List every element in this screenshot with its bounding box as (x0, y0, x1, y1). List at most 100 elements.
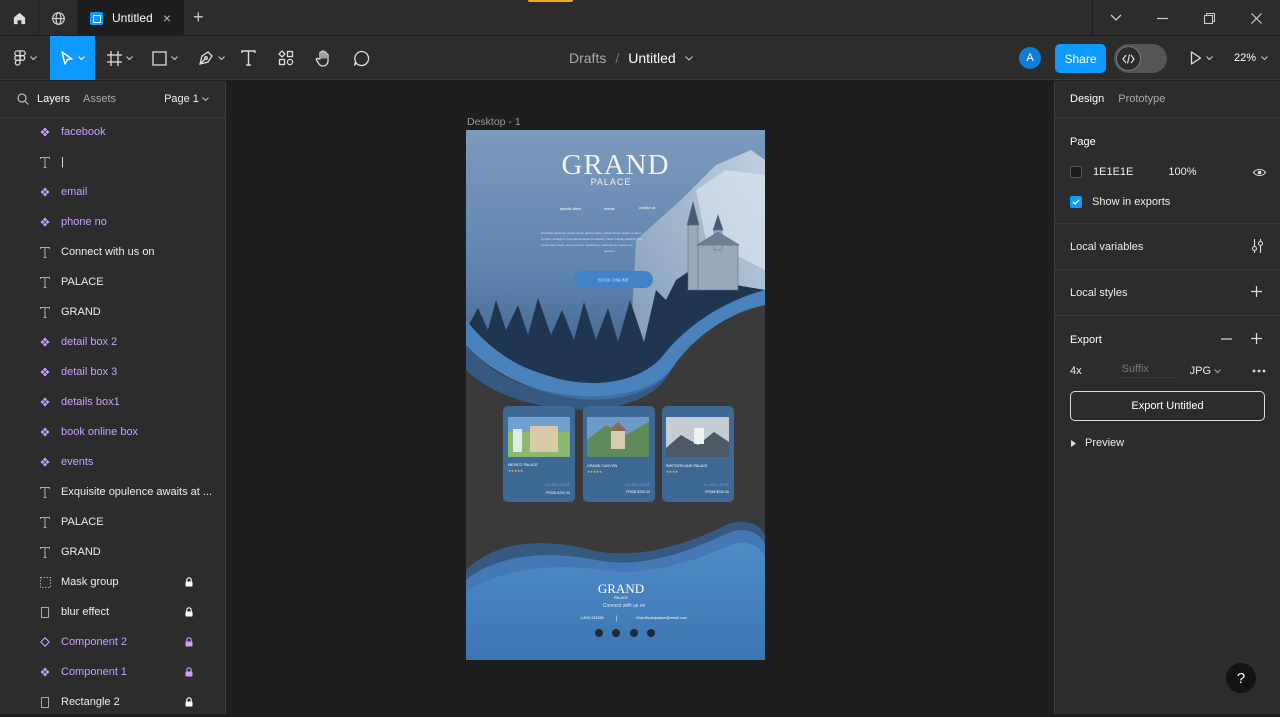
local-variables-label[interactable]: Local variables (1070, 241, 1143, 253)
layer-row[interactable]: PALACE (0, 507, 226, 537)
layer-row[interactable]: events (0, 447, 226, 477)
main-menu-button[interactable] (6, 36, 44, 80)
canvas[interactable]: Desktop - 1 GRAND PALACE special offers … (227, 81, 1053, 714)
tab-layers[interactable]: Layers (37, 93, 70, 105)
eye-icon[interactable] (1253, 168, 1266, 177)
file-tab[interactable]: Untitled × (78, 0, 184, 36)
layer-row[interactable]: GRAND (0, 297, 226, 327)
breadcrumb-drafts[interactable]: Drafts (569, 50, 606, 66)
file-name[interactable]: Untitled (628, 50, 675, 66)
caret-right-icon (1071, 439, 1076, 447)
nav-contact[interactable]: contact us (639, 206, 656, 210)
layer-row[interactable]: Connect with us on (0, 237, 226, 267)
layer-row[interactable]: Rectangle 2 (0, 687, 226, 717)
page-color-swatch[interactable] (1070, 166, 1082, 178)
tab-prototype[interactable]: Prototype (1118, 93, 1165, 105)
hand-tool[interactable] (312, 36, 334, 80)
lock-icon[interactable] (185, 577, 193, 590)
instagram-icon[interactable] (612, 629, 620, 637)
show-in-exports-row[interactable]: Show in exports (1070, 196, 1170, 208)
layer-row[interactable]: book online box (0, 417, 226, 447)
restore-button[interactable] (1186, 0, 1232, 36)
chevron-down-icon (1110, 14, 1122, 21)
more-options-icon[interactable] (1252, 369, 1266, 373)
page-opacity-value[interactable]: 100% (1168, 166, 1196, 178)
comment-tool[interactable] (350, 36, 372, 80)
layer-row[interactable]: GRAND (0, 537, 226, 567)
twitter-icon[interactable] (630, 629, 638, 637)
avatar[interactable]: A (1019, 47, 1041, 69)
local-styles-section[interactable]: Local styles (1055, 270, 1280, 316)
export-button[interactable]: Export Untitled (1070, 391, 1265, 421)
nav-events[interactable]: events (604, 207, 615, 211)
frame-label[interactable]: Desktop - 1 (467, 116, 521, 128)
share-button[interactable]: Share (1055, 44, 1106, 73)
dropdown-button[interactable] (1093, 0, 1139, 36)
export-suffix-input[interactable]: Suffix (1121, 363, 1176, 378)
zoom-control[interactable]: 22% (1234, 36, 1268, 80)
local-styles-label[interactable]: Local styles (1070, 287, 1127, 299)
nav-special-offers[interactable]: special offers (560, 207, 581, 211)
layer-row[interactable]: Exquisite opulence awaits at ... (0, 477, 226, 507)
layer-row[interactable]: phone no (0, 207, 226, 237)
page-color-row[interactable]: 1E1E1E 100% (1070, 166, 1266, 178)
present-button[interactable] (1186, 36, 1216, 80)
tagline-line-2: comfort. Indulge in sumptuous accommodat… (541, 237, 643, 241)
layer-row[interactable]: Component 2 (0, 627, 226, 657)
layer-row[interactable]: detail box 2 (0, 327, 226, 357)
export-format-select[interactable]: JPG (1190, 365, 1221, 377)
move-tool[interactable] (50, 36, 95, 80)
layer-row[interactable]: Mask group (0, 567, 226, 597)
local-variables-section[interactable]: Local variables (1055, 224, 1280, 270)
close-tab-icon[interactable]: × (163, 10, 171, 26)
community-button[interactable] (39, 0, 78, 36)
layer-label: detail box 2 (61, 336, 118, 348)
lock-icon[interactable] (185, 607, 193, 620)
chevron-down-icon[interactable] (684, 55, 693, 61)
desktop-frame[interactable]: GRAND PALACE special offers events conta… (466, 130, 765, 660)
detail-card-3[interactable]: SWITZERLAND PALACE ★★★★ ALL INCLUSIVE FR… (662, 406, 734, 502)
lock-icon[interactable] (185, 637, 193, 650)
export-scale[interactable]: 4x (1070, 365, 1082, 377)
page-color-value[interactable]: 1E1E1E (1093, 166, 1133, 178)
page-selector[interactable]: Page 1 (164, 93, 209, 105)
layer-row[interactable]: Component 1 (0, 657, 226, 687)
layer-row[interactable]: detail box 3 (0, 357, 226, 387)
help-button[interactable]: ? (1226, 663, 1256, 693)
facebook-icon[interactable] (595, 629, 603, 637)
show-in-exports-checkbox[interactable] (1070, 196, 1082, 208)
layer-row[interactable]: facebook (0, 117, 226, 147)
restore-icon (1203, 12, 1215, 24)
detail-card-1[interactable]: MEXICO PALACE ★★★★★ ALL INCLUSIVE FROM $… (503, 406, 575, 502)
text-tool[interactable] (238, 36, 258, 80)
minus-icon[interactable] (1221, 338, 1232, 340)
plus-icon[interactable] (1251, 286, 1262, 297)
layer-row[interactable]: blur effect (0, 597, 226, 627)
frame-tool[interactable] (103, 36, 137, 80)
minimize-button[interactable] (1139, 0, 1185, 36)
search-icon[interactable] (17, 93, 29, 105)
plus-icon[interactable] (1251, 333, 1262, 344)
home-button[interactable] (0, 0, 39, 36)
resources-tool[interactable] (276, 36, 296, 80)
dev-mode-toggle[interactable] (1114, 44, 1167, 73)
detail-card-2[interactable]: GRAND CANYON ★★★★★ ALL INCLUSIVE FROM $7… (583, 406, 655, 502)
pen-tool[interactable] (194, 36, 228, 80)
variables-icon[interactable] (1251, 239, 1264, 253)
layer-row[interactable]: | (0, 147, 226, 177)
tab-assets[interactable]: Assets (83, 93, 116, 105)
hero-subtitle: PALACE (591, 177, 632, 187)
layer-row[interactable]: PALACE (0, 267, 226, 297)
shape-tool[interactable] (148, 36, 182, 80)
layer-row[interactable]: email (0, 177, 226, 207)
text-layer-icon (39, 546, 51, 558)
lock-icon[interactable] (185, 697, 193, 710)
new-tab-button[interactable]: + (193, 8, 204, 26)
tab-design[interactable]: Design (1070, 93, 1104, 105)
youtube-icon[interactable] (647, 629, 655, 637)
layer-row[interactable]: details box1 (0, 387, 226, 417)
close-window-button[interactable] (1233, 0, 1279, 36)
lock-icon[interactable] (185, 667, 193, 680)
preview-toggle[interactable]: Preview (1071, 437, 1124, 449)
frame-icon (107, 50, 122, 66)
